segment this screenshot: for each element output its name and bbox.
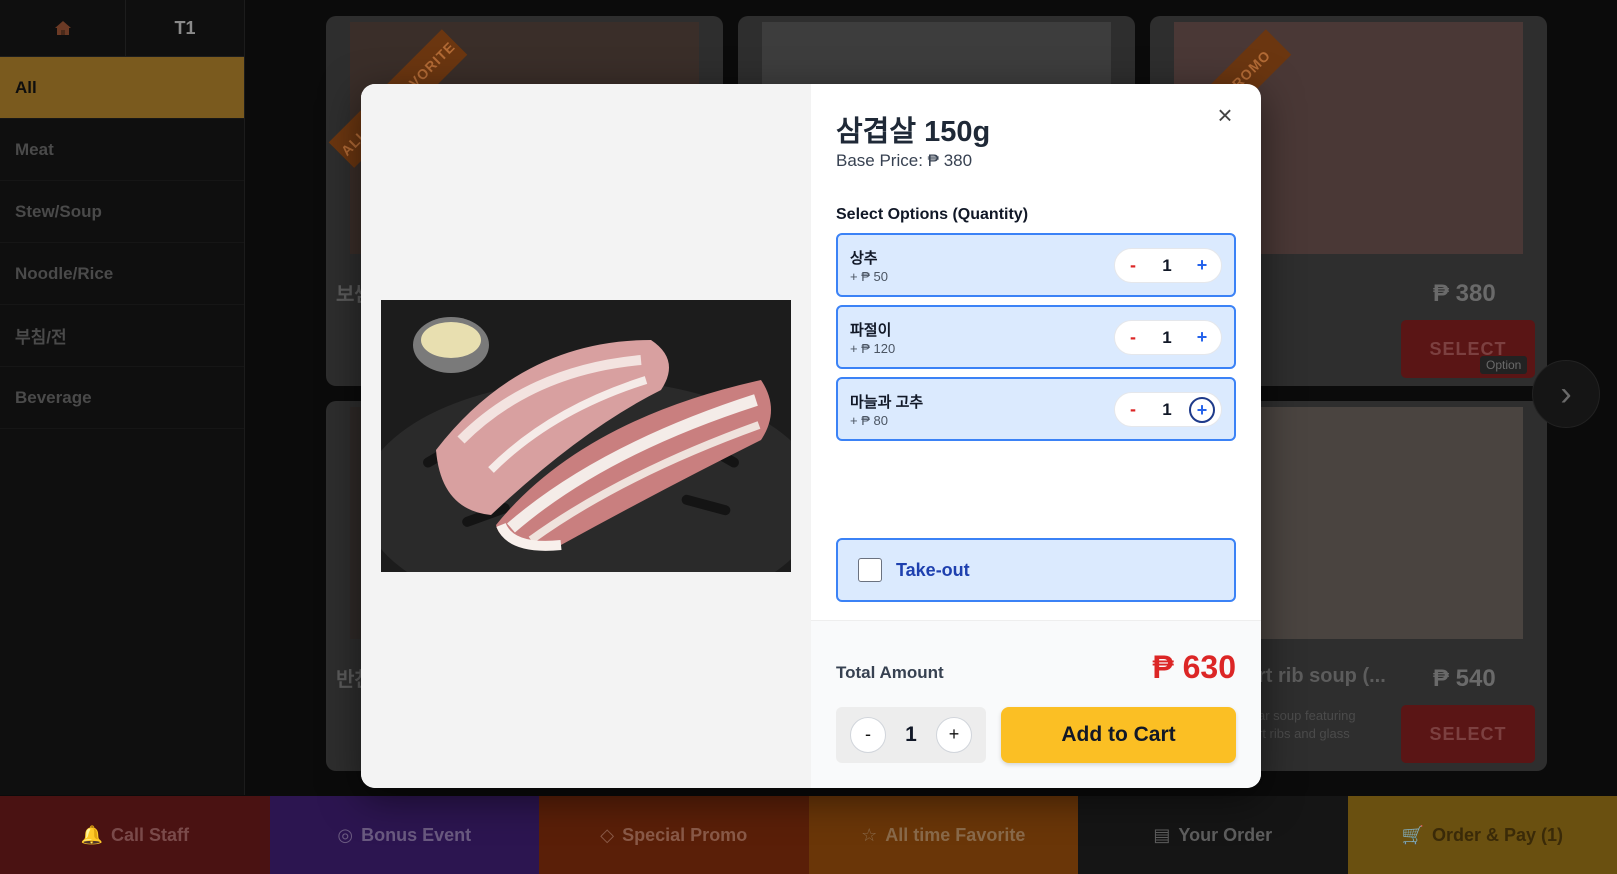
base-price: Base Price: ₱ 380 xyxy=(836,151,973,170)
item-quantity-stepper: - 1 + xyxy=(836,707,986,763)
option-name: 마늘과 고추 xyxy=(850,394,924,411)
option-price: + ₱ 120 xyxy=(850,341,896,356)
option-increase-button[interactable]: + xyxy=(1189,396,1215,423)
option-quantity: 1 xyxy=(1162,327,1172,347)
total-amount-label: Total Amount xyxy=(836,663,944,682)
option-decrease-button[interactable]: - xyxy=(1121,255,1145,276)
option-quantity-stepper: - 1 + xyxy=(1114,392,1222,427)
option-row: 마늘과 고추 + ₱ 80 - 1 + xyxy=(836,377,1236,441)
takeout-option[interactable]: Take-out xyxy=(836,538,1236,602)
modal-options-panel: × 삼겹살 150g Base Price: ₱ 380 Select Opti… xyxy=(811,84,1261,788)
option-increase-button[interactable]: + xyxy=(1189,325,1215,351)
quantity-decrease-button[interactable]: - xyxy=(850,717,886,753)
option-decrease-button[interactable]: - xyxy=(1121,399,1145,420)
option-quantity-stepper: - 1 + xyxy=(1114,248,1222,283)
total-amount-value: ₱ 630 xyxy=(1152,649,1236,685)
option-row: 파절이 + ₱ 120 - 1 + xyxy=(836,305,1236,369)
modal-footer: Total Amount ₱ 630 - 1 + Add to Cart xyxy=(811,620,1261,788)
kiosk-app: T1 All Meat Stew/Soup Noodle/Rice 부침/전 B… xyxy=(0,0,1617,874)
option-name: 상추 xyxy=(850,250,878,267)
option-price: + ₱ 80 xyxy=(850,413,888,428)
add-to-cart-button[interactable]: Add to Cart xyxy=(1001,707,1236,763)
option-price: + ₱ 50 xyxy=(850,269,888,284)
option-quantity: 1 xyxy=(1162,399,1172,419)
option-quantity-stepper: - 1 + xyxy=(1114,320,1222,355)
item-title: 삼겹살 150g xyxy=(836,116,991,148)
item-options-modal: × 삼겹살 150g Base Price: ₱ 380 Select Opti… xyxy=(361,84,1261,788)
options-heading: Select Options (Quantity) xyxy=(836,206,1029,223)
option-name: 파절이 xyxy=(850,322,892,339)
pork-belly-image xyxy=(381,300,791,572)
option-quantity: 1 xyxy=(1162,255,1172,275)
takeout-checkbox[interactable] xyxy=(858,558,882,582)
option-row: 상추 + ₱ 50 - 1 + xyxy=(836,233,1236,297)
option-increase-button[interactable]: + xyxy=(1189,253,1215,279)
option-decrease-button[interactable]: - xyxy=(1121,327,1145,348)
close-button[interactable]: × xyxy=(1211,102,1239,130)
modal-image-panel xyxy=(361,84,811,788)
takeout-label: Take-out xyxy=(896,559,970,580)
item-photo xyxy=(381,300,791,572)
item-quantity: 1 xyxy=(905,723,917,746)
quantity-increase-button[interactable]: + xyxy=(936,717,972,753)
